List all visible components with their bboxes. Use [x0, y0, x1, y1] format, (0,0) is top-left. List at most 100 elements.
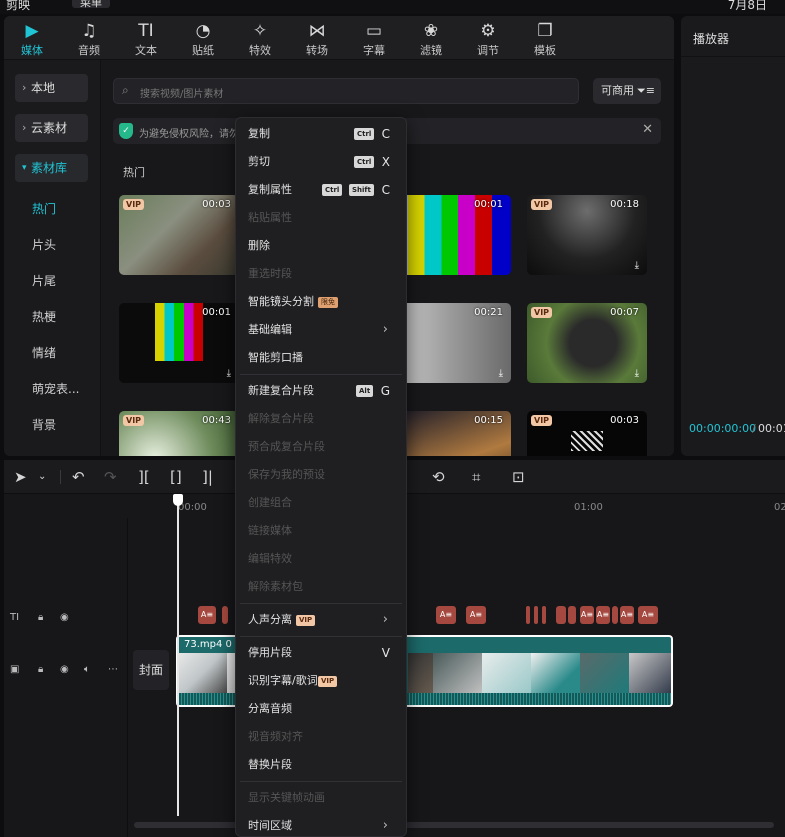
media-thumb-1[interactable]: VIP 00:03: [119, 195, 239, 275]
ruler-label: 01:00: [574, 502, 603, 513]
chevron-down-icon[interactable]: ⌄: [38, 471, 46, 482]
download-icon[interactable]: ⤓: [499, 368, 503, 379]
menu-button[interactable]: 菜单: [72, 0, 110, 9]
media-thumb-9[interactable]: VIP 00:03: [527, 411, 647, 456]
tab-template[interactable]: ❐ 模板: [520, 20, 570, 58]
select-cursor-icon[interactable]: ➤: [14, 468, 27, 486]
search-input[interactable]: 搜索视频/图片素材: [140, 85, 223, 100]
crop-icon[interactable]: ⌗: [472, 468, 480, 486]
eye-icon[interactable]: ◉: [60, 664, 69, 675]
menu-item: 预合成复合片段: [236, 433, 406, 461]
menu-item[interactable]: 智能剪口播: [236, 344, 406, 372]
more-icon[interactable]: ⋯: [108, 664, 118, 675]
split-icon[interactable]: ][: [138, 468, 150, 486]
text-clip[interactable]: [556, 606, 566, 624]
media-thumb-6[interactable]: VIP 00:07 ⤓: [527, 303, 647, 383]
text-clip[interactable]: A≡: [198, 606, 216, 624]
undo-icon[interactable]: ↶: [72, 468, 85, 486]
media-thumb-4[interactable]: 00:01 ⤓: [119, 303, 239, 383]
sidebar-sub-background[interactable]: 背景: [32, 416, 56, 433]
text-clip[interactable]: A≡: [580, 606, 594, 624]
sidebar-item-local[interactable]: 本地: [15, 74, 88, 102]
sidebar-sub-meme[interactable]: 热梗: [32, 308, 56, 325]
download-icon[interactable]: ⤓: [635, 368, 639, 379]
text-clip[interactable]: A≡: [466, 606, 486, 624]
media-thumb-7[interactable]: VIP 00:43: [119, 411, 239, 456]
vip-badge: VIP: [123, 199, 145, 210]
menu-item[interactable]: 人声分离 VIP ›: [236, 606, 406, 634]
text-clip[interactable]: A≡: [596, 606, 610, 624]
sidebar-item-library[interactable]: 素材库: [15, 154, 88, 182]
menu-item[interactable]: 分离音频: [236, 695, 406, 723]
text-clip[interactable]: [612, 606, 618, 624]
menu-item[interactable]: 复制 Ctrl C: [236, 120, 406, 148]
player-divider: [681, 56, 785, 57]
trim-right-icon[interactable]: ]|: [202, 468, 213, 486]
vip-badge: VIP: [531, 307, 553, 318]
text-clip[interactable]: [526, 606, 530, 624]
lock-icon[interactable]: 🔒︎: [38, 612, 43, 623]
cover-button[interactable]: 封面: [133, 650, 169, 690]
volume-icon[interactable]: 🔈︎: [84, 664, 90, 675]
download-icon[interactable]: ⤓: [635, 260, 639, 271]
chevron-right-icon: ›: [382, 322, 388, 337]
text-clip[interactable]: [568, 606, 576, 624]
media-thumb-3[interactable]: VIP 00:18 ⤓: [527, 195, 647, 275]
text-clip[interactable]: A≡: [620, 606, 634, 624]
tab-transition[interactable]: ⋈ 转场: [292, 20, 342, 58]
playhead-handle[interactable]: [173, 494, 183, 506]
commercial-filter-button[interactable]: 可商用 ⏷≡: [593, 78, 661, 104]
text-clip[interactable]: [222, 606, 228, 624]
menu-item[interactable]: 新建复合片段 Alt G: [236, 377, 406, 405]
text-clip[interactable]: [534, 606, 538, 624]
sidebar-sub-intro[interactable]: 片头: [32, 236, 56, 253]
sidebar-sub-pets[interactable]: 萌宠表...: [32, 380, 79, 397]
media-thumb-5[interactable]: 00:21 ⤓: [391, 303, 511, 383]
text-clip[interactable]: A≡: [436, 606, 456, 624]
search-bar[interactable]: ⌕ 搜索视频/图片素材: [113, 78, 579, 104]
menu-item[interactable]: 停用片段 V: [236, 639, 406, 667]
timeline-scrollbar[interactable]: [134, 822, 774, 828]
eye-icon[interactable]: ◉: [60, 612, 69, 623]
transition-icon: ⋈: [308, 21, 326, 41]
playhead[interactable]: [177, 496, 179, 816]
text-clip[interactable]: A≡: [638, 606, 658, 624]
text-clip[interactable]: [542, 606, 546, 624]
menu-item[interactable]: 智能镜头分割 限免: [236, 288, 406, 316]
tab-music[interactable]: ♫ 音频: [64, 20, 114, 58]
menu-item[interactable]: 时间区域 ›: [236, 812, 406, 837]
timeline-ruler[interactable]: 00:00 01:00 02: [128, 494, 785, 518]
tab-sticker[interactable]: ◔ 贴纸: [178, 20, 228, 58]
smart-frame-icon[interactable]: ⊡: [512, 468, 525, 486]
tab-sparkle[interactable]: ✧ 特效: [235, 20, 285, 58]
menu-item: 解除素材包: [236, 573, 406, 601]
close-icon[interactable]: ✕: [642, 122, 653, 137]
menu-item[interactable]: 复制属性 Ctrl Shift C: [236, 176, 406, 204]
media-thumb-8[interactable]: 00:15: [391, 411, 511, 456]
rotate-icon[interactable]: ⟲: [432, 468, 445, 486]
media-thumb-2[interactable]: 00:01: [391, 195, 511, 275]
tab-adjust[interactable]: ⚙ 调节: [463, 20, 513, 58]
thumb-duration: 00:18: [610, 199, 639, 210]
menu-item[interactable]: 替换片段: [236, 751, 406, 779]
menu-item[interactable]: 识别字幕/歌词 VIP: [236, 667, 406, 695]
vip-badge: VIP: [531, 199, 553, 210]
download-icon[interactable]: ⤓: [227, 368, 231, 379]
tab-subtitle[interactable]: ▭ 字幕: [349, 20, 399, 58]
trim-left-icon[interactable]: []: [170, 468, 182, 486]
lock-icon[interactable]: 🔒︎: [38, 664, 43, 675]
sidebar-sub-hot[interactable]: 热门: [32, 200, 56, 217]
redo-icon[interactable]: ↷: [104, 468, 117, 486]
tab-play-box[interactable]: ▶ 媒体: [7, 20, 57, 58]
menu-item-label: 新建复合片段: [248, 384, 314, 397]
title-bar: 剪映 菜单 7月8日: [0, 0, 785, 14]
tab-label: 转场: [306, 44, 328, 57]
menu-item[interactable]: 基础编辑 ›: [236, 316, 406, 344]
tab-text[interactable]: TI 文本: [121, 20, 171, 58]
sidebar-sub-emotion[interactable]: 情绪: [32, 344, 56, 361]
sidebar-sub-outro[interactable]: 片尾: [32, 272, 56, 289]
menu-item[interactable]: 删除: [236, 232, 406, 260]
sidebar-item-cloud[interactable]: 云素材: [15, 114, 88, 142]
tab-filter[interactable]: ❀ 滤镜: [406, 20, 456, 58]
menu-item[interactable]: 剪切 Ctrl X: [236, 148, 406, 176]
